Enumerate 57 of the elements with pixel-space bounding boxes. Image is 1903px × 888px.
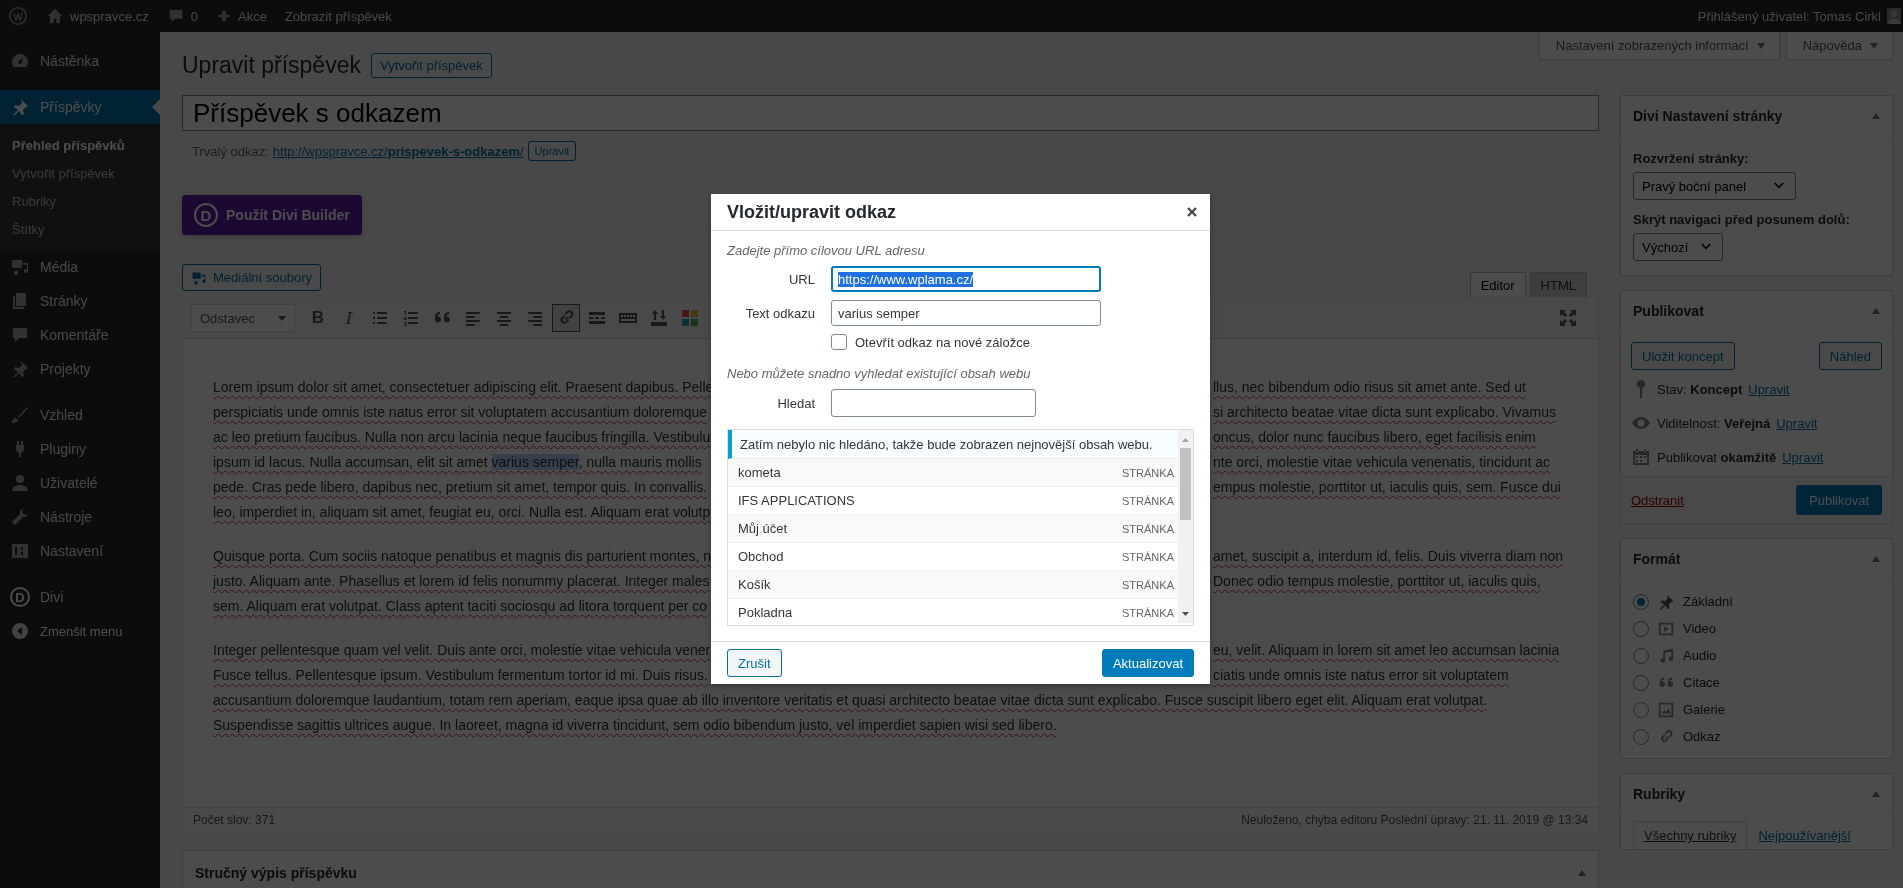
update-button[interactable]: Aktualizovat bbox=[1101, 649, 1194, 677]
option-label: Video bbox=[1683, 621, 1716, 636]
text-line: Donec odio tempus molestie, porttitor ut, iaculis quis, bbox=[1213, 572, 1541, 591]
panel-title: Formát bbox=[1633, 551, 1681, 567]
text-line: Suspendisse sagittis ultrices augue. In laoreet, magna id viverra tincidunt, sem odio bibendum justo, vel imperdiet sapien wisi sed libero. bbox=[213, 716, 1057, 735]
text-line: si architecto beatae vitae dicta sunt explicabo. Vivamus bbox=[1213, 403, 1556, 422]
text-line: Lorem ipsum dolor sit amet, consectetuer adipiscing elit. Praesent dapibus. Pelle bbox=[213, 378, 712, 397]
url-field[interactable]: https://www.wplama.cz/ bbox=[831, 266, 1101, 292]
result-item[interactable]: kometa STRÁNKA bbox=[728, 459, 1178, 487]
edit-link[interactable]: Upravit bbox=[1776, 415, 1818, 431]
text-line: nte orci, molestie vitae vehicula venenatis, tincidunt ac bbox=[1213, 453, 1550, 472]
status-text: Stav: Koncept bbox=[1657, 381, 1743, 397]
option-label: Audio bbox=[1683, 648, 1717, 663]
text-line: Integer pellentesque quam vel velit. Duis ante orci, molestie vitae vehicula vener bbox=[213, 641, 712, 660]
result-item[interactable]: Můj účet STRÁNKA bbox=[728, 515, 1178, 543]
dialog-title: Vložit/upravit odkaz bbox=[727, 201, 897, 223]
result-item[interactable]: Košík STRÁNKA bbox=[728, 571, 1178, 599]
field-label: Hledat bbox=[776, 395, 816, 411]
panel-title: Divi Nastavení stránky bbox=[1633, 108, 1783, 124]
option-label: Galerie bbox=[1683, 702, 1725, 717]
text-line: ac leo pretium faucibus. Nulla non arcu lacinia neque faucibus fringilla. Vestibulu bbox=[213, 428, 712, 447]
option-label: Citace bbox=[1683, 675, 1720, 690]
text-line: leo, imperdiet in, aliquam sit amet, feugiat eu, orci. Nulla est. Aliquam erat volutp bbox=[213, 503, 711, 522]
text-line: ciatis unde omnis iste natus error sit voluptatem bbox=[1213, 666, 1509, 685]
option-label: Odkaz bbox=[1683, 729, 1721, 744]
text-line: justo. Aliquam ante. Phasellus et lorem id felis nonummy placerat. Integer males bbox=[213, 572, 711, 591]
status-text: Publikovat okamžitě bbox=[1657, 449, 1777, 465]
option-label: Základní bbox=[1683, 594, 1733, 609]
text-line: eu, velit. Aliquam in lorem sit amet leo accumsan lacinia bbox=[1213, 641, 1560, 660]
text-line: pede. Cras pede libero, dapibus nec, pretium sit amet, tempor quis. In convallis. bbox=[213, 478, 709, 497]
field-label: Rozvržení stránky: bbox=[1633, 151, 1750, 166]
hint-text: Zadejte přímo cílovou URL adresu bbox=[727, 243, 926, 258]
page-title: Upravit příspěvek bbox=[182, 51, 361, 79]
field-label: Skrýt navigaci před posunem dolů: bbox=[1633, 212, 1851, 227]
checkbox-label: Otevřít odkaz na nové záložce bbox=[855, 334, 1030, 350]
panel-title: Stručný výpis příspěvku bbox=[195, 865, 357, 881]
field-label: URL bbox=[788, 271, 816, 287]
field-label: Text odkazu bbox=[744, 305, 816, 321]
text-line: amet, suscipit a, interdum id, felis. Duis viverra diam non bbox=[1213, 547, 1564, 566]
text-line: perspiciatis unde omnis iste natus error sit voluptatem accusantium doloremque bbox=[213, 403, 709, 422]
text-line: empus molestie, porttitor ut, iaculis quis, sem. Fusce dui bbox=[1213, 478, 1561, 497]
panel-title: Rubriky bbox=[1633, 786, 1686, 802]
text-line: oncus, dolor nunc faucibus libero, eget facilisis enim bbox=[1213, 428, 1536, 447]
edit-link[interactable]: Upravit bbox=[1782, 449, 1824, 465]
panel-title: Publikovat bbox=[1633, 303, 1704, 319]
text-line: sem. Aliquam erat volutpat. Class aptent taciti sociosqu ad litora torquent per co bbox=[213, 597, 708, 616]
notice-text: Zatím nebylo nic hledáno, takže bude zobrazen nejnovější obsah webu. bbox=[728, 430, 1178, 459]
text-line: Fusce tellus. Pellentesque ipsum. Vestibulum fermentum tortor id mi. Duis risus. bbox=[213, 666, 709, 685]
cancel-button[interactable]: Zrušit bbox=[727, 649, 782, 677]
delete-link[interactable]: Odstranit bbox=[1631, 492, 1684, 508]
permalink-link[interactable]: http://wpspravce.cz/prispevek-s-odkazem/ bbox=[272, 143, 524, 159]
status-text: Viditelnost: Veřejná bbox=[1657, 415, 1771, 431]
text-line: llus, nec bibendum odio risus sit amet ante. Sed ut bbox=[1213, 378, 1526, 397]
text-line: accusantium doloremque laudantium, totam rem aperiam, eaque ipsa quae ab illo inventore veritatis et quasi architecto beatae vitae dicta sunt explicabo. Fusce suscipit libero eget elit. Aliquam erat volutpat. bbox=[213, 691, 1487, 710]
edit-link[interactable]: Upravit bbox=[1748, 381, 1790, 397]
link-text-field[interactable]: varius semper bbox=[831, 300, 1101, 326]
hint-text: Nebo můžete snadno vyhledat existující obsah webu bbox=[727, 366, 1032, 381]
